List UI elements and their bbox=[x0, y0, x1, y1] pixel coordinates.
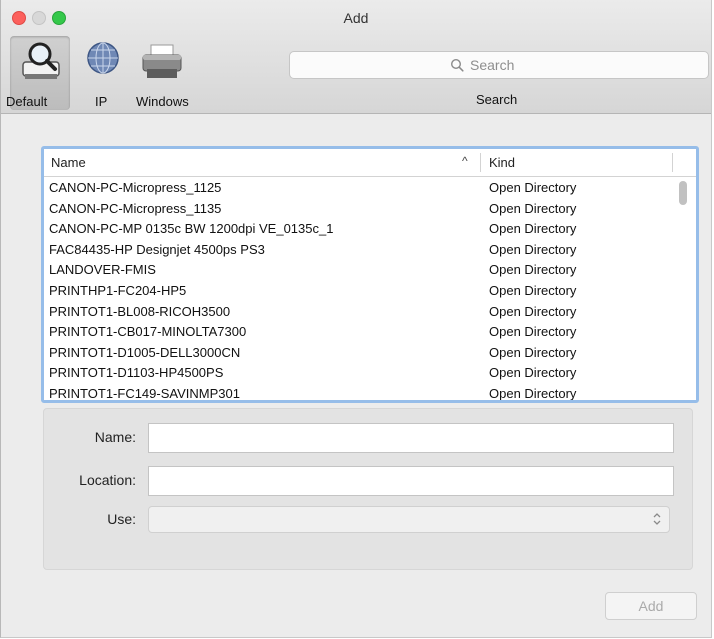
name-label: Name: bbox=[94, 429, 136, 445]
printer-kind: Open Directory bbox=[489, 344, 577, 360]
list-row[interactable]: PRINTOT1-CB017-MINOLTA7300 Open Directory bbox=[44, 321, 674, 342]
printer-name: CANON-PC-MP 0135c BW 1200dpi VE_0135c_1 bbox=[49, 221, 334, 237]
list-row[interactable]: PRINTHP1-FC204-HP5 Open Directory bbox=[44, 280, 674, 301]
printer-kind: Open Directory bbox=[489, 221, 577, 237]
list-rows: CANON-PC-Micropress_1125 Open Directory C… bbox=[44, 177, 674, 401]
toolbar-ip-label: IP bbox=[95, 94, 108, 109]
use-select[interactable] bbox=[148, 506, 670, 533]
printer-name: FAC84435-HP Designjet 4500ps PS3 bbox=[49, 241, 265, 257]
printer-name: CANON-PC-Micropress_1125 bbox=[49, 180, 222, 195]
search-input[interactable]: Search bbox=[289, 51, 709, 79]
location-label: Location: bbox=[79, 472, 136, 488]
list-row[interactable]: LANDOVER-FMIS Open Directory bbox=[44, 259, 674, 280]
printer-kind: Open Directory bbox=[489, 180, 577, 195]
toolbar: Add Default IP Windows Search Search bbox=[1, 0, 711, 114]
printer-name: PRINTOT1-CB017-MINOLTA7300 bbox=[49, 324, 247, 340]
location-field[interactable] bbox=[148, 466, 674, 496]
printer-kind: Open Directory bbox=[489, 282, 577, 298]
list-row[interactable]: FAC84435-HP Designjet 4500ps PS3 Open Dir… bbox=[44, 239, 674, 260]
printer-list[interactable]: Name ^ Kind CANON-PC-Micropress_1125 Open… bbox=[41, 146, 699, 403]
sort-ascending-icon: ^ bbox=[462, 154, 468, 168]
search-placeholder: Search bbox=[470, 57, 515, 73]
toolbar-ip-button[interactable]: IP bbox=[81, 40, 125, 110]
list-scrollbar[interactable] bbox=[679, 181, 687, 205]
printer-kind: Open Directory bbox=[489, 385, 577, 401]
column-header-name[interactable]: Name bbox=[51, 155, 86, 170]
printer-name: PRINTOT1-BL008-RICOH3500 bbox=[49, 303, 231, 319]
list-row[interactable]: PRINTOT1-FC149-SAVINMP301 Open Directory bbox=[44, 383, 674, 401]
column-header-kind[interactable]: Kind bbox=[489, 155, 515, 170]
list-row[interactable]: CANON-PC-Micropress_1125 Open Directory bbox=[44, 177, 674, 198]
search-label: Search bbox=[476, 92, 518, 107]
printer-name: LANDOVER-FMIS bbox=[49, 262, 156, 278]
printer-icon bbox=[142, 44, 182, 78]
list-row[interactable]: PRINTOT1-D1005-DELL3000CN Open Directory bbox=[44, 342, 674, 363]
printer-kind: Open Directory bbox=[489, 200, 577, 216]
column-divider[interactable] bbox=[672, 153, 673, 172]
toolbar-default-button[interactable]: Default bbox=[1, 36, 81, 110]
printer-kind: Open Directory bbox=[489, 262, 577, 278]
printer-kind: Open Directory bbox=[489, 324, 577, 340]
printer-name: PRINTOT1-D1103-HP4500PS bbox=[49, 365, 224, 381]
list-row[interactable]: PRINTOT1-BL008-RICOH3500 Open Directory bbox=[44, 301, 674, 322]
add-button[interactable]: Add bbox=[605, 592, 697, 620]
updown-chevron-icon bbox=[653, 513, 661, 525]
magnifier-printer-icon bbox=[22, 42, 60, 79]
globe-icon bbox=[87, 42, 119, 74]
list-row[interactable]: PRINTOT1-D1103-HP4500PS Open Directory bbox=[44, 362, 674, 383]
toolbar-default-label: Default bbox=[6, 94, 48, 109]
toolbar-windows-button[interactable]: Windows bbox=[134, 40, 198, 110]
printer-name: PRINTHP1-FC204-HP5 bbox=[49, 282, 187, 298]
window-title: Add bbox=[343, 10, 369, 26]
search-icon bbox=[450, 58, 464, 72]
add-printer-window: Add Default IP Windows Search Search Nam… bbox=[0, 0, 712, 638]
list-row[interactable]: CANON-PC-MP 0135c BW 1200dpi VE_0135c_1 O… bbox=[44, 218, 674, 239]
toolbar-windows-label: Windows bbox=[136, 94, 189, 109]
name-field[interactable] bbox=[148, 423, 674, 453]
printer-name: PRINTOT1-D1005-DELL3000CN bbox=[49, 344, 241, 360]
list-header: Name ^ Kind bbox=[44, 149, 696, 177]
list-row[interactable]: CANON-PC-Micropress_1135 Open Directory bbox=[44, 198, 674, 219]
printer-name: CANON-PC-Micropress_1135 bbox=[49, 200, 222, 216]
use-label: Use: bbox=[107, 511, 136, 527]
printer-kind: Open Directory bbox=[489, 303, 577, 319]
printer-kind: Open Directory bbox=[489, 365, 577, 381]
printer-name: PRINTOT1-FC149-SAVINMP301 bbox=[49, 385, 240, 401]
printer-kind: Open Directory bbox=[489, 241, 577, 257]
column-divider[interactable] bbox=[480, 153, 481, 172]
